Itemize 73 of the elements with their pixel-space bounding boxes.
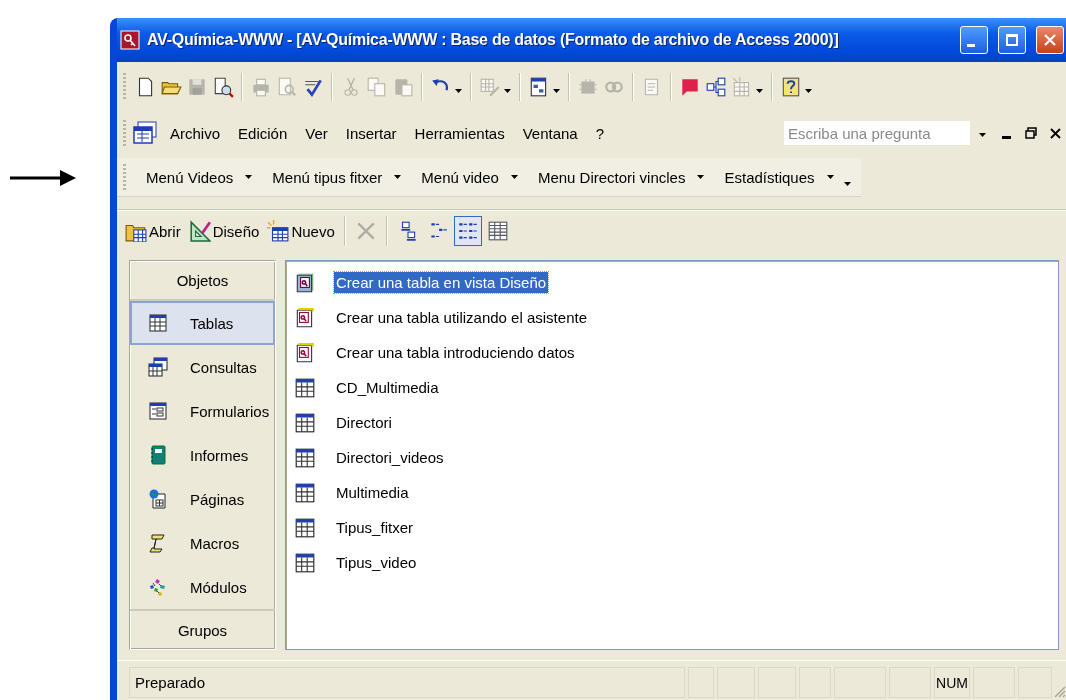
new-table-icon bbox=[267, 220, 290, 242]
object-type-item[interactable]: Formularios bbox=[130, 389, 275, 433]
list-item[interactable]: Tipus_video bbox=[334, 552, 419, 573]
object-type-item[interactable]: Módulos bbox=[130, 565, 275, 609]
toolbar-button[interactable]: Diseño bbox=[185, 217, 263, 245]
object-type-item[interactable]: Consultas bbox=[130, 345, 275, 389]
toolbar-button[interactable]: Abrir bbox=[122, 217, 184, 245]
caret-icon bbox=[510, 175, 518, 179]
toolbar-grip[interactable] bbox=[123, 73, 126, 101]
status-message: Preparado bbox=[129, 667, 685, 698]
close-icon bbox=[1049, 127, 1061, 139]
key-page-icon bbox=[294, 341, 316, 364]
menu-item[interactable]: Estadístiques bbox=[714, 165, 844, 189]
toolbar-grip[interactable] bbox=[123, 120, 126, 146]
globe-page-icon bbox=[148, 489, 168, 509]
menu-item[interactable]: Menú tipus fitxer bbox=[262, 165, 412, 189]
window-title: AV-Química-WWW - [AV-Química-WWW : Base de datos (Formato de archivo de Access 2000)] bbox=[147, 31, 840, 49]
resize-grip[interactable] bbox=[1052, 684, 1066, 698]
status-indicator: NUM bbox=[934, 667, 970, 698]
table-icon bbox=[294, 516, 316, 539]
key-page-icon bbox=[294, 271, 316, 294]
restore-icon bbox=[1025, 127, 1037, 139]
menu-item[interactable]: Menú video bbox=[411, 165, 528, 189]
caret-icon bbox=[697, 175, 705, 179]
toolbar-grip[interactable] bbox=[123, 164, 126, 190]
pointer-arrow bbox=[10, 170, 76, 186]
table-icon bbox=[294, 551, 316, 574]
object-type-item[interactable]: Páginas bbox=[130, 477, 275, 521]
key-page-icon bbox=[294, 306, 316, 329]
menu-item[interactable]: Ver bbox=[297, 121, 336, 145]
list-item[interactable]: Tipus_fitxer bbox=[334, 517, 415, 538]
menu-item[interactable]: Menú Videos bbox=[136, 165, 263, 189]
colored-pieces-icon bbox=[148, 577, 168, 597]
menu-item[interactable]: Insertar bbox=[337, 121, 405, 145]
object-type-item[interactable]: Tablas bbox=[130, 301, 275, 345]
object-type-item[interactable]: Macros bbox=[130, 521, 275, 565]
table-icon bbox=[294, 411, 316, 434]
caret-icon bbox=[245, 175, 253, 179]
scroll-icon bbox=[148, 533, 168, 553]
list-item[interactable]: CD_Multimedia bbox=[334, 377, 441, 398]
minimize-icon bbox=[1002, 136, 1012, 140]
caret-icon bbox=[394, 175, 402, 179]
ask-question-field[interactable]: Escriba una pregunta bbox=[783, 120, 971, 146]
menu-item[interactable]: Archivo bbox=[162, 121, 229, 145]
menu-item[interactable]: Ventana bbox=[514, 121, 586, 145]
minimize-icon bbox=[967, 44, 975, 47]
menu-item[interactable]: Menu Directori vincles bbox=[527, 165, 715, 189]
list-item[interactable]: Multimedia bbox=[334, 482, 411, 503]
menu-item[interactable]: Edición bbox=[230, 121, 296, 145]
list-item[interactable]: Crear una tabla introduciendo datos bbox=[334, 342, 577, 363]
maximize-button[interactable] bbox=[998, 26, 1026, 54]
menu-item[interactable]: Herramientas bbox=[406, 121, 513, 145]
list-item[interactable]: Directori bbox=[334, 412, 394, 433]
close-icon bbox=[1044, 34, 1056, 46]
app-key-icon bbox=[120, 30, 140, 50]
list-item[interactable]: Directori_videos bbox=[334, 447, 446, 468]
form-icon bbox=[148, 401, 168, 421]
list-item[interactable]: Crear una tabla utilizando el asistente bbox=[334, 307, 589, 328]
table-icon bbox=[294, 376, 316, 399]
toolbar-button[interactable]: Nuevo bbox=[264, 217, 338, 245]
database-window-icon[interactable] bbox=[132, 121, 158, 145]
list-item[interactable]: Crear una tabla en vista Diseño bbox=[334, 272, 549, 293]
list-view-icon[interactable] bbox=[453, 216, 482, 246]
notebook-icon bbox=[148, 445, 168, 465]
panel-header[interactable]: Grupos bbox=[130, 609, 275, 649]
table-icon bbox=[148, 313, 168, 333]
menu-item[interactable]: ? bbox=[587, 121, 613, 145]
maximize-icon bbox=[1006, 34, 1018, 46]
object-type-item[interactable]: Informes bbox=[130, 433, 275, 477]
stacked-tables-icon bbox=[148, 357, 168, 377]
caret-icon bbox=[826, 175, 834, 179]
table-icon bbox=[294, 446, 316, 469]
table-icon bbox=[294, 481, 316, 504]
